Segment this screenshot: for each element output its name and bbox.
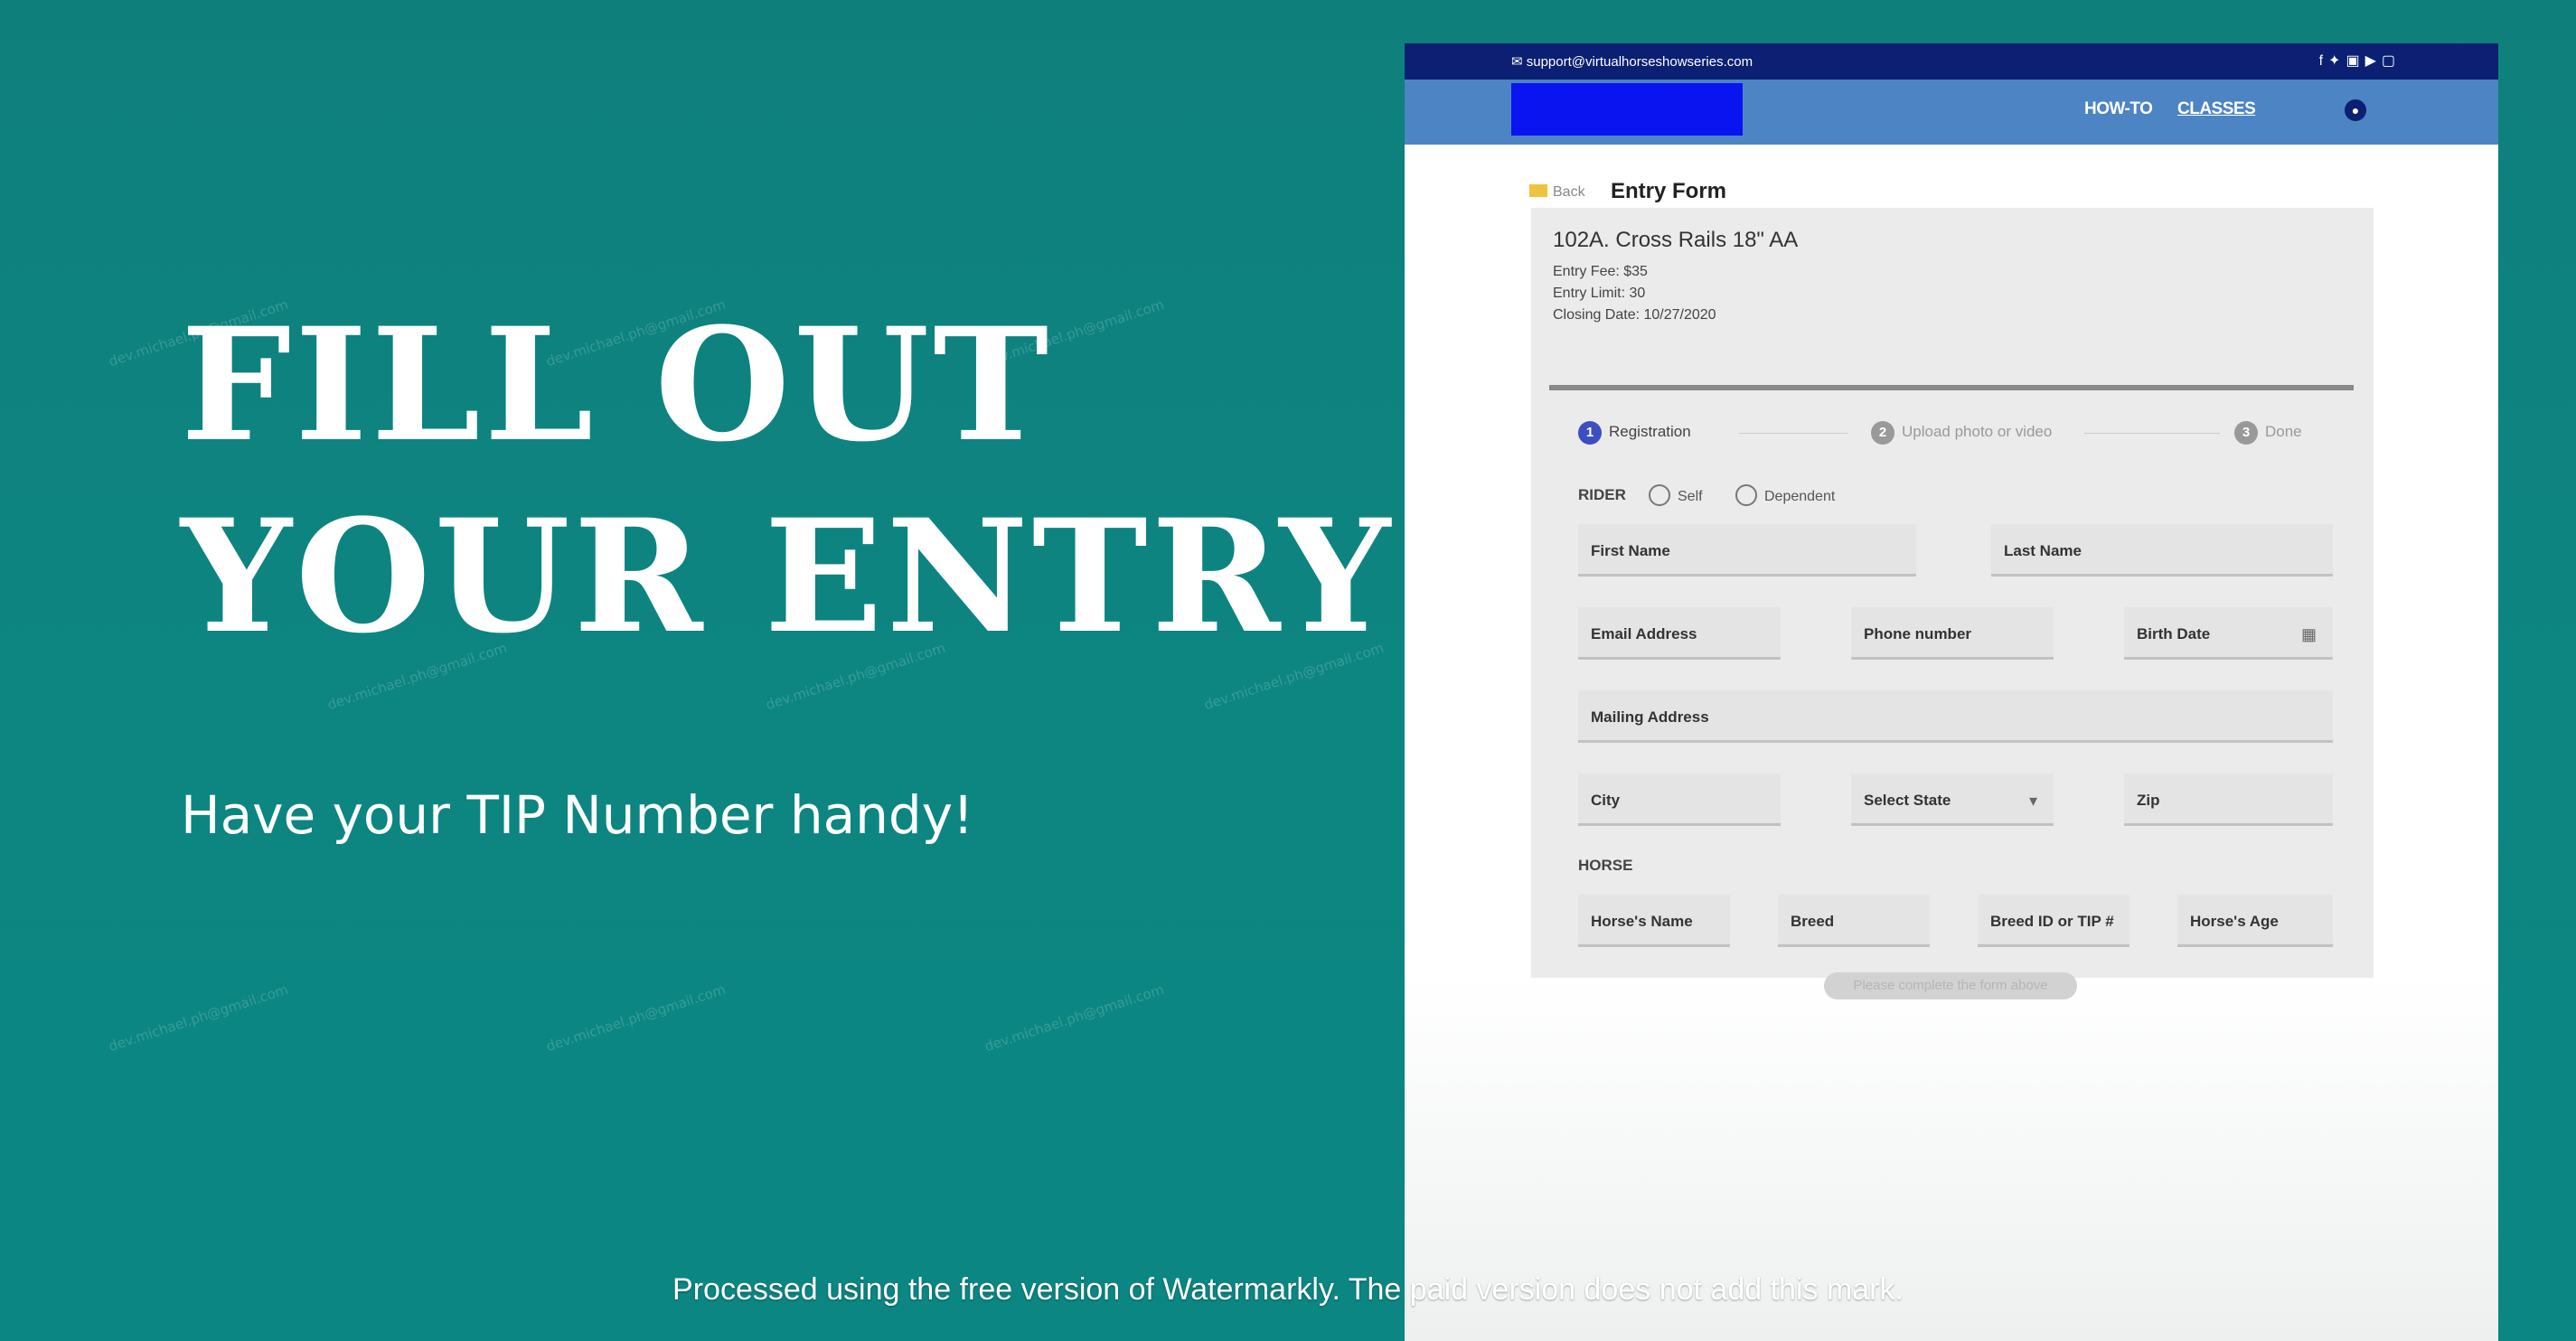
account-icon[interactable]: ● xyxy=(2345,99,2366,121)
youtube-icon[interactable]: ▶ xyxy=(2365,53,2382,69)
breed-id-field[interactable]: Breed ID or TIP # xyxy=(1978,895,2129,947)
phone-field[interactable]: Phone number xyxy=(1851,607,2054,660)
chevron-down-icon: ▾ xyxy=(2028,792,2037,810)
step-done: 3 Done xyxy=(2234,421,2302,445)
step-registration: 1 Registration xyxy=(1578,421,1691,445)
horse-age-field[interactable]: Horse's Age xyxy=(2177,895,2333,947)
breed-field[interactable]: Breed xyxy=(1778,895,1930,947)
submit-button[interactable]: Please complete the form above xyxy=(1824,972,2077,999)
nav-howto[interactable]: HOW-TO xyxy=(2084,99,2153,119)
divider xyxy=(1549,385,2354,390)
twitter-icon[interactable]: ✦ xyxy=(2328,53,2346,69)
site-logo[interactable] xyxy=(1511,83,1743,136)
watermark: dev.michael.ph@gmail.com xyxy=(107,980,291,1055)
step-upload: 2 Upload photo or video xyxy=(1871,421,2052,445)
linkedin-icon[interactable]: ▢ xyxy=(2382,53,2401,69)
back-button[interactable]: Back xyxy=(1529,184,1585,201)
class-name: 102A. Cross Rails 18" AA xyxy=(1553,228,1799,252)
mailing-address-field[interactable]: Mailing Address xyxy=(1578,690,2333,743)
first-name-field[interactable]: First Name xyxy=(1578,524,1916,577)
watermark-notice: Processed using the free version of Wate… xyxy=(672,1272,1904,1307)
headline-line-2: YOUR ENTRY xyxy=(181,484,1395,668)
step-connector xyxy=(1739,433,1847,434)
closing-date: Closing Date: 10/27/2020 xyxy=(1553,307,1716,323)
calendar-icon[interactable]: ▦ xyxy=(2301,625,2317,644)
watermark: dev.michael.ph@gmail.com xyxy=(982,980,1167,1055)
birth-date-field[interactable]: Birth Date ▦ xyxy=(2124,607,2333,660)
entry-limit: Entry Limit: 30 xyxy=(1553,286,1646,301)
horse-label: HORSE xyxy=(1578,857,1633,874)
headline-line-1: FILL OUT xyxy=(181,293,1053,476)
zip-field[interactable]: Zip xyxy=(2124,774,2333,826)
last-name-field[interactable]: Last Name xyxy=(1991,524,2333,577)
city-field[interactable]: City xyxy=(1578,774,1781,826)
facebook-icon[interactable]: f xyxy=(2319,53,2328,69)
back-icon xyxy=(1529,184,1547,197)
nav-classes[interactable]: CLASSES xyxy=(2177,99,2256,119)
entry-fee: Entry Fee: $35 xyxy=(1553,264,1648,279)
support-email[interactable]: ✉ support@virtualhorseshowseries.com xyxy=(1511,53,1753,70)
tagline: Have your TIP Number handy! xyxy=(181,784,974,846)
radio-self[interactable]: Self xyxy=(1649,484,1703,506)
form-title: Entry Form xyxy=(1611,179,1727,203)
watermark: dev.michael.ph@gmail.com xyxy=(544,980,729,1055)
headline: FILL OUT YOUR ENTRY xyxy=(181,289,1394,672)
social-links: f✦▣▶▢ xyxy=(2319,52,2401,70)
horse-name-field[interactable]: Horse's Name xyxy=(1578,895,1730,947)
instagram-icon[interactable]: ▣ xyxy=(2346,53,2364,69)
entry-form-screenshot: ✉ support@virtualhorseshowseries.com f✦▣… xyxy=(1405,43,2498,1341)
site-topbar: ✉ support@virtualhorseshowseries.com f✦▣… xyxy=(1405,43,2498,80)
state-select[interactable]: Select State ▾ xyxy=(1851,774,2054,826)
site-navbar: HOW-TO CLASSES ● xyxy=(1405,80,2498,145)
rider-label: RIDER xyxy=(1578,486,1626,503)
email-field[interactable]: Email Address xyxy=(1578,607,1781,660)
radio-dependent[interactable]: Dependent xyxy=(1735,484,1835,506)
entry-form-card: 102A. Cross Rails 18" AA Entry Fee: $35 … xyxy=(1531,208,2374,999)
step-connector xyxy=(2084,433,2220,434)
mail-icon: ✉ xyxy=(1511,54,1527,70)
